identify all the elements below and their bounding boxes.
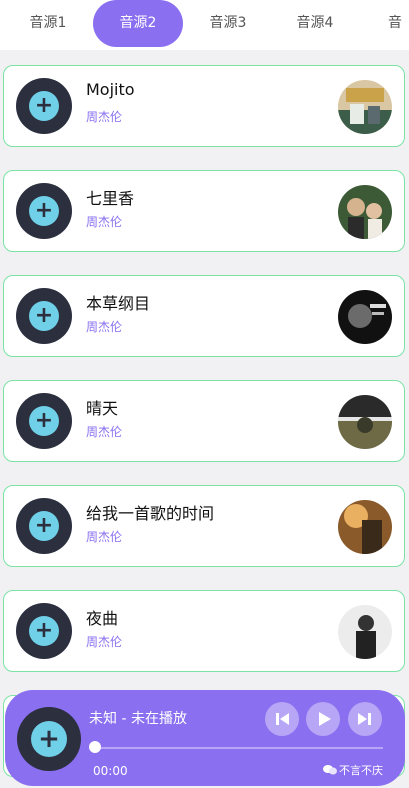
album-cover — [338, 395, 392, 449]
song-artist: 周杰伦 — [86, 425, 123, 439]
plus-icon: + — [29, 301, 59, 331]
add-disc-button[interactable]: + — [16, 603, 72, 659]
plus-icon: + — [29, 511, 59, 541]
song-title: 七里香 — [86, 189, 135, 208]
previous-button[interactable] — [265, 702, 299, 736]
add-disc-button[interactable]: + — [16, 78, 72, 134]
song-artist: 周杰伦 — [86, 320, 123, 334]
song-item[interactable]: + 给我一首歌的时间 周杰伦 — [3, 485, 405, 567]
song-item[interactable]: + Mojito 周杰伦 — [3, 65, 405, 147]
progress-track[interactable] — [93, 747, 383, 749]
song-item[interactable]: + 晴天 周杰伦 — [3, 380, 405, 462]
plus-icon: + — [29, 616, 59, 646]
tab-source-4[interactable]: 音源4 — [270, 0, 360, 47]
tab-source-3[interactable]: 音源3 — [183, 0, 273, 47]
now-playing-title: 未知 - 未在播放 — [89, 711, 187, 727]
add-disc-button[interactable]: + — [16, 498, 72, 554]
add-disc-button[interactable]: + — [16, 393, 72, 449]
tab-source-1[interactable]: 音源1 — [3, 0, 93, 47]
album-cover — [338, 605, 392, 659]
player-bar: + 未知 - 未在播放 00:00 不言不庆 — [5, 690, 405, 786]
plus-icon: + — [31, 721, 67, 757]
skip-next-icon — [358, 713, 371, 725]
album-cover — [338, 80, 392, 134]
tab-source-5[interactable]: 音 — [352, 0, 409, 47]
song-artist: 周杰伦 — [86, 635, 123, 649]
plus-icon: + — [29, 91, 59, 121]
add-disc-button[interactable]: + — [16, 288, 72, 344]
next-button[interactable] — [348, 702, 382, 736]
wechat-icon — [323, 765, 337, 775]
plus-icon: + — [29, 196, 59, 226]
add-disc-button[interactable]: + — [16, 183, 72, 239]
song-title: 本草纲目 — [86, 294, 151, 313]
song-title: Mojito — [86, 80, 135, 99]
album-cover — [338, 185, 392, 239]
song-item[interactable]: + 本草纲目 周杰伦 — [3, 275, 405, 357]
song-item[interactable]: + 夜曲 周杰伦 — [3, 590, 405, 672]
watermark-text: 不言不庆 — [339, 764, 383, 777]
source-tabs: 音源1 音源2 音源3 音源4 音 — [0, 0, 409, 50]
album-cover — [338, 290, 392, 344]
song-title: 夜曲 — [86, 609, 119, 628]
song-item[interactable]: + 七里香 周杰伦 — [3, 170, 405, 252]
plus-icon: + — [29, 406, 59, 436]
song-artist: 周杰伦 — [86, 215, 123, 229]
song-artist: 周杰伦 — [86, 530, 123, 544]
tab-source-2[interactable]: 音源2 — [93, 0, 183, 47]
song-artist: 周杰伦 — [86, 110, 123, 124]
play-button[interactable] — [306, 702, 340, 736]
skip-previous-icon — [276, 713, 289, 725]
watermark: 不言不庆 — [323, 762, 383, 778]
play-icon — [319, 712, 331, 726]
song-title: 给我一首歌的时间 — [86, 504, 215, 523]
song-title: 晴天 — [86, 399, 119, 418]
player-disc[interactable]: + — [17, 707, 81, 771]
current-time: 00:00 — [93, 764, 128, 778]
album-cover — [338, 500, 392, 554]
progress-knob[interactable] — [89, 741, 101, 753]
